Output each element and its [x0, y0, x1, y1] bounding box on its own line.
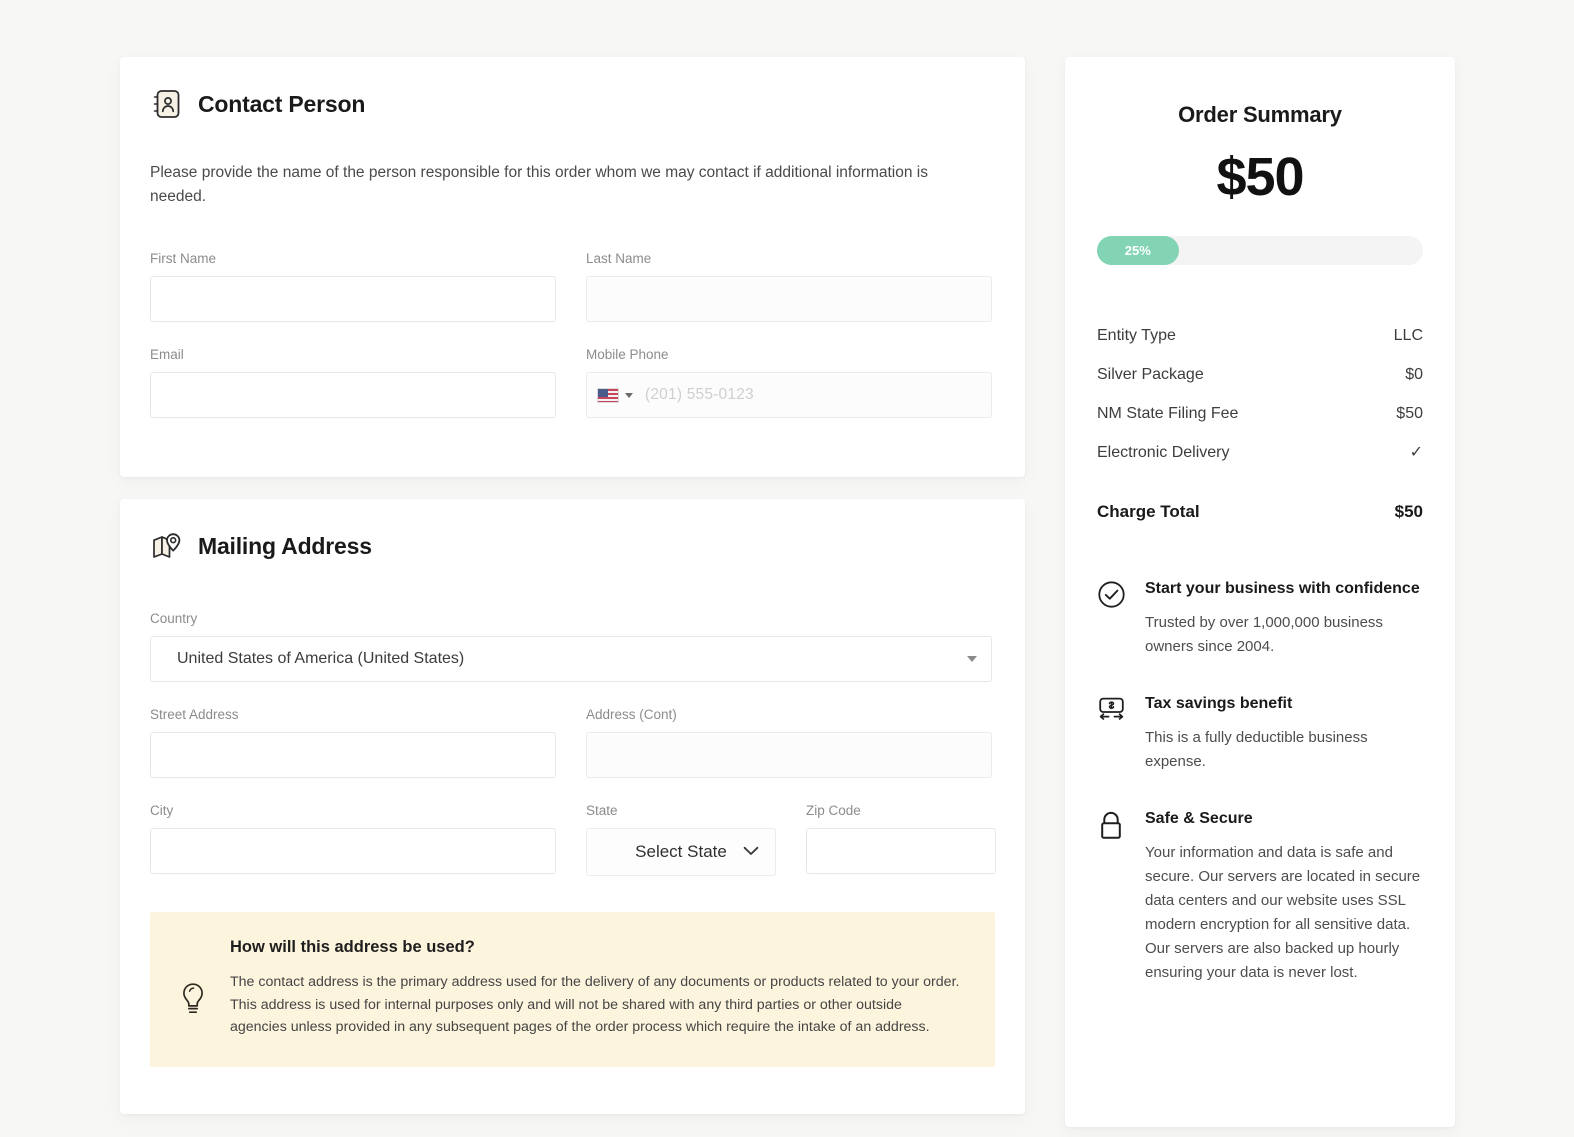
last-name-field-group: Last Name	[586, 251, 992, 322]
country-row: Country United States of America (United…	[150, 611, 995, 682]
first-name-input[interactable]	[150, 276, 556, 322]
mobile-phone-label: Mobile Phone	[586, 347, 669, 362]
order-summary-sidebar: Order Summary $50 25% Entity Type LLC Si…	[1065, 57, 1455, 1127]
address-usage-banner: How will this address be used? The conta…	[150, 912, 995, 1067]
order-line-items: Entity Type LLC Silver Package $0 NM Sta…	[1097, 327, 1423, 522]
mailing-address-title: Mailing Address	[198, 532, 372, 559]
benefit-item: Start your business with confidence Trus…	[1097, 578, 1423, 659]
check-circle-icon	[1097, 578, 1127, 659]
lightbulb-icon	[176, 938, 210, 1016]
country-selected-value: United States of America (United States)	[177, 650, 465, 667]
last-name-input[interactable]	[586, 276, 992, 322]
address-cont-field-group: Address (Cont)	[586, 707, 992, 778]
zip-code-label: Zip Code	[806, 803, 861, 818]
contact-person-header: Contact Person	[150, 87, 995, 121]
benefit-title: Safe & Secure	[1145, 810, 1253, 827]
state-label: State	[586, 803, 618, 818]
caret-down-icon	[967, 656, 977, 662]
name-row: First Name Last Name	[150, 251, 995, 322]
city-input[interactable]	[150, 828, 556, 874]
benefit-body: Safe & Secure Your information and data …	[1145, 808, 1423, 985]
contact-description: Please provide the name of the person re…	[150, 164, 928, 205]
benefit-body: Tax savings benefit This is a fully dedu…	[1145, 693, 1423, 774]
order-progress-label: 25%	[1124, 243, 1151, 258]
line-item-value: LLC	[1393, 327, 1423, 344]
order-form-page: Contact Person Please provide the name o…	[0, 0, 1574, 1137]
street-address-input[interactable]	[150, 732, 556, 778]
mailing-address-header: Mailing Address	[150, 529, 995, 563]
city-label: City	[150, 803, 174, 818]
mobile-phone-input[interactable]: (201) 555-0123	[586, 372, 992, 418]
us-flag-icon	[597, 387, 619, 403]
line-item-value: $50	[1396, 405, 1423, 422]
order-summary-title: Order Summary	[1178, 102, 1342, 127]
country-select[interactable]: United States of America (United States)	[150, 636, 992, 682]
line-item: Silver Package $0	[1097, 366, 1423, 384]
line-item-label: Electronic Delivery	[1097, 444, 1230, 461]
mailing-address-card: Mailing Address Country United States of…	[120, 499, 1025, 1114]
zip-code-field-group: Zip Code	[806, 803, 996, 876]
contact-card-icon	[150, 87, 184, 121]
line-item: NM State Filing Fee $50	[1097, 405, 1423, 423]
benefit-body: Start your business with confidence Trus…	[1145, 578, 1423, 659]
state-field-group: State Select State	[586, 803, 776, 876]
benefit-item: Safe & Secure Your information and data …	[1097, 808, 1423, 985]
benefit-title: Start your business with confidence	[1145, 580, 1420, 597]
map-pin-icon	[150, 529, 184, 563]
benefit-text: Your information and data is safe and se…	[1145, 844, 1421, 981]
state-selected-value: Select State	[635, 842, 727, 861]
country-field-group: Country United States of America (United…	[150, 611, 992, 682]
banner-text: The contact address is the primary addre…	[230, 974, 960, 1035]
zip-code-input[interactable]	[806, 828, 996, 874]
contact-person-card: Contact Person Please provide the name o…	[120, 57, 1025, 477]
mobile-phone-placeholder: (201) 555-0123	[645, 386, 754, 403]
address-cont-label: Address (Cont)	[586, 707, 677, 722]
last-name-label: Last Name	[586, 251, 652, 266]
city-field-group: City	[150, 803, 556, 876]
line-item-label: NM State Filing Fee	[1097, 405, 1239, 422]
line-item: Entity Type LLC	[1097, 327, 1423, 345]
address-cont-input[interactable]	[586, 732, 992, 778]
line-item: Electronic Delivery ✓	[1097, 444, 1423, 462]
charge-total-row: Charge Total $50	[1097, 502, 1423, 522]
chevron-down-icon	[743, 843, 759, 861]
banner-body: How will this address be used? The conta…	[230, 938, 965, 1039]
email-label: Email	[150, 347, 184, 362]
city-state-zip-row: City State Select State Zip Code	[150, 803, 996, 876]
line-item-label: Silver Package	[1097, 366, 1204, 383]
state-select[interactable]: Select State	[586, 828, 776, 876]
line-item-value: $0	[1405, 366, 1423, 383]
benefit-title: Tax savings benefit	[1145, 695, 1293, 712]
line-item-label: Entity Type	[1097, 327, 1176, 344]
form-column: Contact Person Please provide the name o…	[120, 57, 1025, 1114]
charge-total-label: Charge Total	[1097, 502, 1200, 521]
benefit-text: This is a fully deductible business expe…	[1145, 729, 1368, 770]
street-address-field-group: Street Address	[150, 707, 556, 778]
order-progress-fill: 25%	[1097, 236, 1179, 265]
chevron-down-icon[interactable]	[625, 392, 633, 398]
first-name-field-group: First Name	[150, 251, 556, 322]
benefits-list: Start your business with confidence Trus…	[1097, 578, 1423, 985]
money-exchange-icon	[1097, 693, 1127, 774]
lock-icon	[1097, 808, 1127, 985]
email-field-group: Email	[150, 347, 556, 418]
email-phone-row: Email Mobile Phone (201) 555-0123	[150, 347, 995, 418]
charge-total-value: $50	[1394, 502, 1423, 521]
country-label: Country	[150, 611, 198, 626]
order-summary-amount: $50	[1216, 147, 1304, 207]
benefit-text: Trusted by over 1,000,000 business owner…	[1145, 614, 1383, 655]
page-title: Contact Person	[198, 90, 366, 117]
email-input[interactable]	[150, 372, 556, 418]
mobile-phone-field-group: Mobile Phone (201) 555-0123	[586, 347, 992, 418]
benefit-item: Tax savings benefit This is a fully dedu…	[1097, 693, 1423, 774]
first-name-label: First Name	[150, 251, 217, 266]
checkmark-icon: ✓	[1409, 444, 1423, 461]
order-progress-bar: 25%	[1097, 236, 1423, 265]
banner-title: How will this address be used?	[230, 938, 475, 956]
street-address-label: Street Address	[150, 707, 239, 722]
street-row: Street Address Address (Cont)	[150, 707, 995, 778]
